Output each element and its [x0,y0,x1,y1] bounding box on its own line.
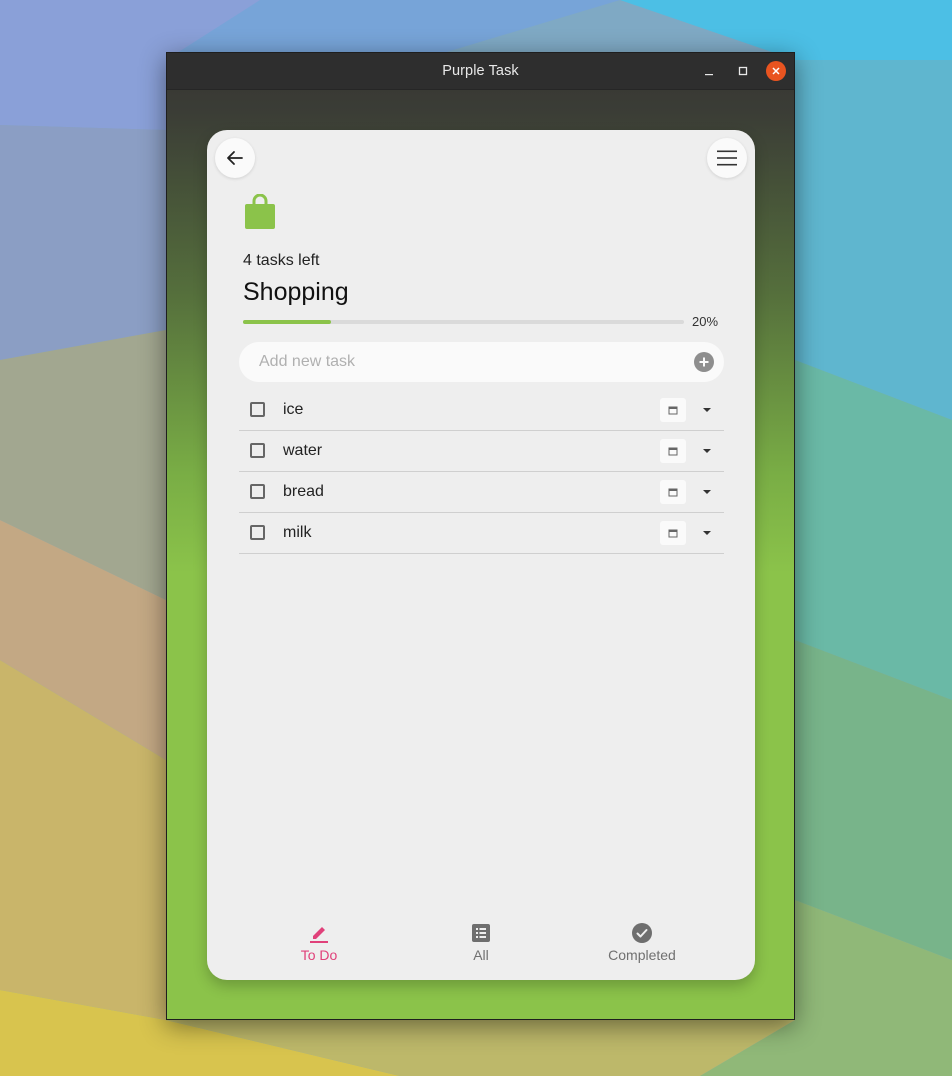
plus-icon [699,357,709,367]
task-options-dropdown[interactable] [697,398,717,422]
task-row: bread [239,472,724,513]
progress-bar [243,320,684,324]
calendar-icon [668,447,678,456]
task-options-dropdown[interactable] [697,439,717,463]
tab-all[interactable]: All [421,915,541,963]
task-list-card: 4 tasks left Shopping 20% ice [207,130,755,980]
task-row: water [239,431,724,472]
task-checkbox[interactable] [250,443,265,458]
caret-down-icon [703,531,711,535]
task-list: ice water bread milk [239,390,724,554]
list-title: Shopping [243,278,349,306]
minimize-icon [705,74,713,76]
tab-label: To Do [300,947,338,963]
app-window: Purple Task 4 tasks left Shopping 20% Ad… [166,52,795,1020]
minimize-button[interactable] [698,60,720,82]
due-date-button[interactable] [660,439,686,463]
task-options-dropdown[interactable] [697,480,717,504]
task-checkbox[interactable] [250,525,265,540]
hamburger-menu-icon [717,150,737,166]
add-task-button[interactable] [694,352,714,372]
progress-bar-fill [243,320,332,324]
maximize-icon [738,66,748,76]
tab-todo[interactable]: To Do [259,915,379,963]
list-icon [421,922,541,944]
add-task-field [239,342,724,382]
task-label[interactable]: water [283,442,322,460]
caret-down-icon [703,449,711,453]
progress-percent: 20% [692,314,719,329]
task-row: milk [239,513,724,554]
task-label[interactable]: milk [283,524,311,542]
task-options-dropdown[interactable] [697,521,717,545]
menu-button[interactable] [707,138,747,178]
add-task-input[interactable] [239,342,679,382]
back-arrow-icon [227,151,243,165]
tab-label: Completed [608,947,676,963]
bottom-tab-bar: To Do All Completed [207,915,755,975]
close-icon [772,67,780,75]
calendar-icon [668,488,678,497]
task-checkbox[interactable] [250,402,265,417]
caret-down-icon [703,490,711,494]
due-date-button[interactable] [660,480,686,504]
maximize-button[interactable] [732,60,754,82]
tab-completed[interactable]: Completed [582,915,702,963]
shopping-bag-icon [243,193,277,235]
check-circle-icon [582,922,702,944]
due-date-button[interactable] [660,521,686,545]
calendar-icon [668,406,678,415]
task-label[interactable]: ice [283,401,303,419]
tab-label: All [473,947,489,963]
tasks-left-count: 4 tasks left [243,252,320,269]
caret-down-icon [703,408,711,412]
pencil-icon [259,922,379,944]
due-date-button[interactable] [660,398,686,422]
calendar-icon [668,529,678,538]
task-checkbox[interactable] [250,484,265,499]
task-row: ice [239,390,724,431]
close-button[interactable] [766,61,786,81]
task-label[interactable]: bread [283,483,324,501]
back-button[interactable] [215,138,255,178]
title-bar[interactable]: Purple Task [167,53,794,90]
